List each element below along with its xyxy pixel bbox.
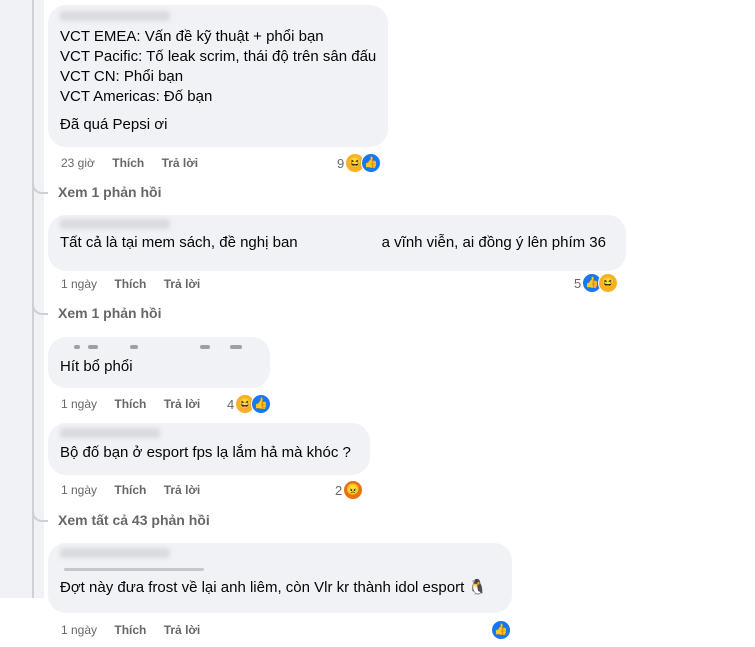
comment-text-line: Đã quá Pepsi ơi xyxy=(60,116,168,133)
angry-icon: 😠 xyxy=(343,480,364,500)
comment-text-line: Tất cả là tại mem sách, đề nghị ban a vĩn… xyxy=(60,233,614,253)
reaction-summary[interactable]: 👍 xyxy=(490,620,511,640)
comment-timestamp[interactable]: 1 ngày xyxy=(61,622,97,638)
view-replies-link[interactable]: Xem 1 phản hồi xyxy=(58,184,161,200)
author-name-redacted xyxy=(60,428,160,438)
comment-actions: 23 giờ Thích Trả lời xyxy=(61,155,198,171)
comment-text-part: a vĩnh viễn, ai đồng ý lên phím 36 xyxy=(381,234,606,251)
comment-bubble: Bộ đố bạn ở esport fps lạ lắm hả mà khóc… xyxy=(48,423,370,475)
comment-actions: 1 ngày Thích Trả lời xyxy=(61,622,200,638)
like-button[interactable]: Thích xyxy=(114,622,146,638)
comment-text-line: VCT EMEA: Vấn đề kỹ thuật + phổi bạn xyxy=(60,28,324,45)
reaction-summary[interactable]: 4 😆 👍 xyxy=(227,394,272,414)
comment-timestamp[interactable]: 1 ngày xyxy=(61,482,97,498)
comment-text-part: Tất cả là tại mem sách, đề nghị ban xyxy=(60,234,298,251)
reaction-summary[interactable]: 2 😠 xyxy=(335,480,364,500)
reaction-count: 5 xyxy=(574,275,582,291)
like-button[interactable]: Thích xyxy=(114,482,146,498)
comment-actions: 1 ngày Thích Trả lời xyxy=(61,396,200,412)
haha-icon: 😆 xyxy=(598,273,619,293)
comment-bubble: Hít bổ phổi xyxy=(48,337,270,388)
reply-button[interactable]: Trả lời xyxy=(162,155,199,171)
comment-bubble: Tất cả là tại mem sách, đề nghị ban a vĩn… xyxy=(48,215,626,271)
comment-text-line: VCT CN: Phổi bạn xyxy=(60,68,184,85)
redacted-text xyxy=(297,235,382,252)
comment-timestamp[interactable]: 1 ngày xyxy=(61,276,97,292)
reaction-count: 9 xyxy=(337,155,345,171)
comment-bubble: VCT EMEA: Vấn đề kỹ thuật + phổi bạn VCT… xyxy=(48,5,388,147)
author-name-redacted xyxy=(60,341,258,353)
author-name-redacted xyxy=(60,219,170,229)
thread-line xyxy=(32,0,34,598)
reaction-summary[interactable]: 9 😆 👍 xyxy=(337,153,382,173)
reply-button[interactable]: Trả lời xyxy=(164,276,201,292)
like-icon: 👍 xyxy=(491,620,511,640)
author-name-redacted xyxy=(60,566,500,574)
reply-button[interactable]: Trả lời xyxy=(164,396,201,412)
view-replies-link[interactable]: Xem tất cả 43 phản hồi xyxy=(58,512,210,528)
reaction-summary[interactable]: 5 👍 😆 xyxy=(574,273,619,293)
comment-text-line: Bộ đố bạn ở esport fps lạ lắm hả mà khóc… xyxy=(60,444,351,461)
comment-bubble: Đợt này đưa frost về lại anh liêm, còn V… xyxy=(48,543,512,613)
comment-timestamp[interactable]: 23 giờ xyxy=(61,155,95,171)
comment-text-line: VCT Americas: Đố bạn xyxy=(60,88,213,105)
reply-button[interactable]: Trả lời xyxy=(164,482,201,498)
comment-text-line: Đợt này đưa frost về lại anh liêm, còn V… xyxy=(60,579,488,596)
view-replies-link[interactable]: Xem 1 phản hồi xyxy=(58,305,161,321)
comment-actions: 1 ngày Thích Trả lời xyxy=(61,276,200,292)
reaction-count: 2 xyxy=(335,482,343,498)
author-name-redacted xyxy=(60,548,170,558)
like-button[interactable]: Thích xyxy=(114,276,146,292)
author-name-redacted xyxy=(60,11,170,21)
like-icon: 👍 xyxy=(361,153,382,173)
like-button[interactable]: Thích xyxy=(112,155,144,171)
comment-text-line: VCT Pacific: Tố leak scrim, thái độ trên… xyxy=(60,48,377,65)
reply-button[interactable]: Trả lời xyxy=(164,622,201,638)
comment-timestamp[interactable]: 1 ngày xyxy=(61,396,97,412)
comment-actions: 1 ngày Thích Trả lời xyxy=(61,482,200,498)
like-icon: 👍 xyxy=(251,394,272,414)
comment-text-line: Hít bổ phổi xyxy=(60,358,133,375)
left-gutter xyxy=(0,0,44,598)
like-button[interactable]: Thích xyxy=(114,396,146,412)
reaction-count: 4 xyxy=(227,396,235,412)
